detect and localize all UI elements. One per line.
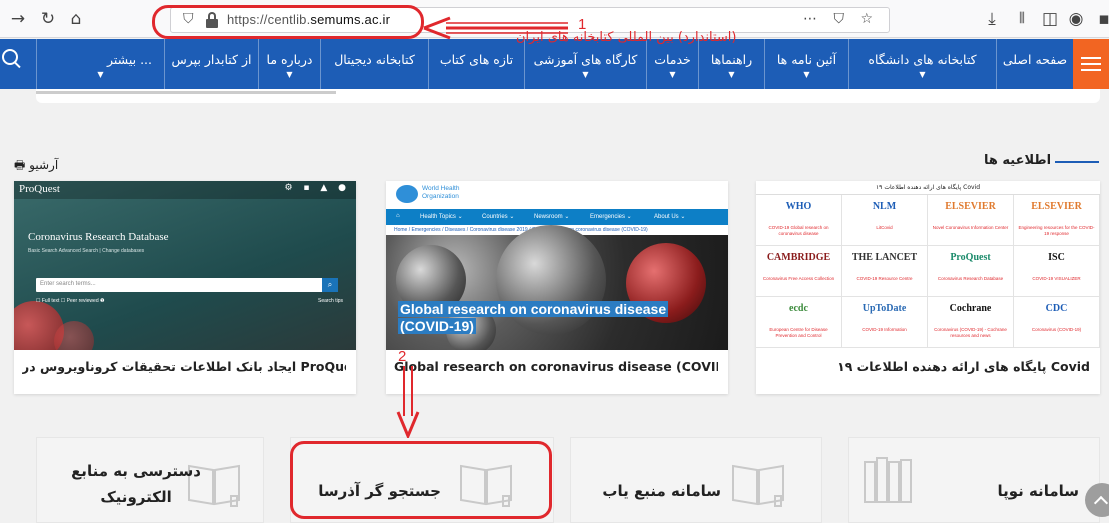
- provider-logo: CAMBRIDGE: [766, 252, 831, 263]
- provider-cell: ELSEVIER Engineering resources for the CO…: [1014, 195, 1100, 246]
- covid-databases-thumbnail: پایگاه های ارائه دهنده اطلاعات ۱۹ Covid …: [756, 181, 1100, 350]
- provider-caption: Novel Coronavirus Information Center: [932, 225, 1009, 230]
- provider-cell: ecdc European Centre for Disease Preventi…: [756, 297, 842, 348]
- provider-cell: THE LANCET COVID-19 Resource Centre: [842, 246, 928, 297]
- service-card-electronic-resources[interactable]: دسترسی به منابع الکترونیک: [36, 437, 264, 523]
- home-icon[interactable]: ⌂: [66, 9, 86, 29]
- bookshelf-icon: [864, 457, 912, 503]
- nav-university-libraries[interactable]: کتابخانه های دانشگاه ▼: [848, 39, 996, 89]
- chevron-up-icon: [1093, 495, 1109, 511]
- provider-logo: ELSEVIER: [1031, 201, 1082, 212]
- library-icon[interactable]: ⫼: [1012, 9, 1032, 29]
- service-card-manbayab[interactable]: سامانه منبع یاب: [570, 437, 822, 523]
- nav-digital-library[interactable]: کتابخانه دیجیتال: [320, 39, 428, 89]
- card-caption[interactable]: ایجاد بانک اطلاعات تحقیقات کروناویروس در…: [22, 359, 346, 374]
- service-card-label: سامانه منبع یاب: [602, 482, 721, 500]
- page-actions[interactable]: ⋯ ⛉ ☆: [803, 11, 879, 27]
- annotation-ellipse-url: [152, 5, 424, 39]
- extension-icon[interactable]: ▪: [1094, 9, 1109, 29]
- nav-ask-librarian[interactable]: از کتابدار بپرس: [164, 39, 258, 89]
- provider-logo: THE LANCET: [851, 252, 918, 263]
- card-caption[interactable]: پایگاه های ارائه دهنده اطلاعات ۱۹ Covid: [764, 359, 1090, 374]
- open-book-icon: [732, 464, 784, 507]
- provider-caption: Engineering resources for the COVID-19 r…: [1018, 225, 1095, 236]
- provider-caption: Coronavirus (COVID-19) - Cochrane resour…: [934, 327, 1007, 338]
- provider-cell: ProQuest Coronavirus Research Database: [928, 246, 1014, 297]
- arrow-right-icon[interactable]: →: [8, 9, 28, 29]
- provider-caption: COVID-19 Resource Centre: [856, 276, 913, 281]
- proquest-thumbnail: ProQuest ⚙ ▪ ▲ ● Coronavirus Research Da…: [14, 181, 356, 350]
- provider-caption: COVID-19 VISUALIZER: [1032, 276, 1081, 281]
- menu-icon[interactable]: [1073, 39, 1109, 89]
- annotation-arrow-down: [396, 366, 420, 438]
- service-card-label: دسترسی به منابع الکترونیک: [71, 462, 201, 506]
- title-underline: [1055, 161, 1099, 163]
- nav-new-books[interactable]: تازه های کتاب: [428, 39, 524, 89]
- who-thumbnail: World Health Organization ⌂ Health Topics…: [386, 181, 728, 350]
- nav-regulations[interactable]: آئین نامه ها ▼: [764, 39, 848, 89]
- nav-home[interactable]: صفحه اصلی: [996, 39, 1073, 89]
- provider-logo: CDC: [1045, 303, 1068, 314]
- chevron-down-icon: ▼: [919, 70, 926, 79]
- nav-more[interactable]: بیشتر ... ▼: [36, 39, 164, 89]
- slider-panel: [36, 89, 1100, 103]
- provider-logo: ELSEVIER: [945, 201, 996, 212]
- provider-logo: NLM: [872, 201, 897, 212]
- provider-cell: UpToDate COVID-19 Information: [842, 297, 928, 348]
- news-card-who[interactable]: World Health Organization ⌂ Health Topics…: [386, 181, 728, 394]
- provider-caption: Coronavirus Research Database: [937, 276, 1004, 281]
- provider-caption: European Centre for Disease Prevention a…: [769, 327, 828, 338]
- provider-logo: ecdc: [789, 303, 808, 314]
- provider-logo: ProQuest: [950, 252, 991, 263]
- service-card-nopa[interactable]: سامانه نوپا: [848, 437, 1100, 523]
- chevron-down-icon: ▼: [582, 70, 589, 79]
- provider-cell: Cochrane Coronavirus (COVID-19) - Cochran…: [928, 297, 1014, 348]
- annotation-number: 2: [398, 348, 407, 365]
- account-icon[interactable]: ◉: [1066, 9, 1086, 29]
- provider-cell: ISC COVID-19 VISUALIZER: [1014, 246, 1100, 297]
- chevron-down-icon: ▼: [97, 70, 104, 79]
- annotation-number: 1: [578, 16, 587, 33]
- news-title: اطلاعیه ها: [984, 153, 1052, 168]
- who-logo: [396, 185, 418, 203]
- reload-icon[interactable]: ↻: [38, 9, 58, 29]
- news-card-covid-databases[interactable]: پایگاه های ارائه دهنده اطلاعات ۱۹ Covid …: [756, 181, 1100, 394]
- service-card-label: سامانه نوپا: [997, 482, 1079, 500]
- archive-link[interactable]: 🖶 آرشیو: [14, 156, 58, 177]
- chevron-down-icon: ▼: [286, 70, 293, 79]
- provider-caption: COVID-19 Global research on coronavirus …: [768, 225, 829, 236]
- printer-icon: 🖶: [14, 158, 26, 172]
- provider-cell: CDC Coronavirus (COVID-19): [1014, 297, 1100, 348]
- news-card-proquest[interactable]: ProQuest ⚙ ▪ ▲ ● Coronavirus Research Da…: [14, 181, 356, 394]
- provider-cell: CAMBRIDGE Coronavirus Free Access Collect…: [756, 246, 842, 297]
- search-icon: ⌕: [322, 278, 338, 292]
- provider-logo: Cochrane: [949, 303, 992, 314]
- provider-cell: WHO COVID-19 Global research on coronavir…: [756, 195, 842, 246]
- annotation-ellipse-azarsa: [290, 441, 552, 519]
- search-icon[interactable]: [2, 49, 18, 65]
- chevron-down-icon: ▼: [728, 70, 735, 79]
- provider-caption: LitCovid: [876, 225, 893, 230]
- provider-cell: NLM LitCovid: [842, 195, 928, 246]
- page: → ↻ ⌂ ⛉ https://centlib.semums.ac.ir ⋯ ⛉…: [0, 0, 1109, 523]
- provider-caption: Coronavirus Free Access Collection: [762, 276, 835, 281]
- provider-caption: COVID-19 Information: [862, 327, 907, 332]
- provider-logo: WHO: [785, 201, 812, 212]
- download-icon[interactable]: ⤓: [982, 9, 1002, 29]
- provider-cell: ELSEVIER Novel Coronavirus Information Ce…: [928, 195, 1014, 246]
- provider-logo: UpToDate: [862, 303, 907, 314]
- nav-about[interactable]: درباره ما ▼: [258, 39, 320, 89]
- card-caption[interactable]: Global research on coronavirus disease (…: [394, 359, 718, 374]
- provider-caption: Coronavirus (COVID-19): [1031, 327, 1082, 332]
- sidebar-icon[interactable]: ◫: [1040, 9, 1060, 29]
- chevron-down-icon: ▼: [669, 70, 676, 79]
- annotation-arrow-left: [423, 16, 568, 40]
- chevron-down-icon: ▼: [803, 70, 810, 79]
- provider-logo: ISC: [1048, 252, 1065, 263]
